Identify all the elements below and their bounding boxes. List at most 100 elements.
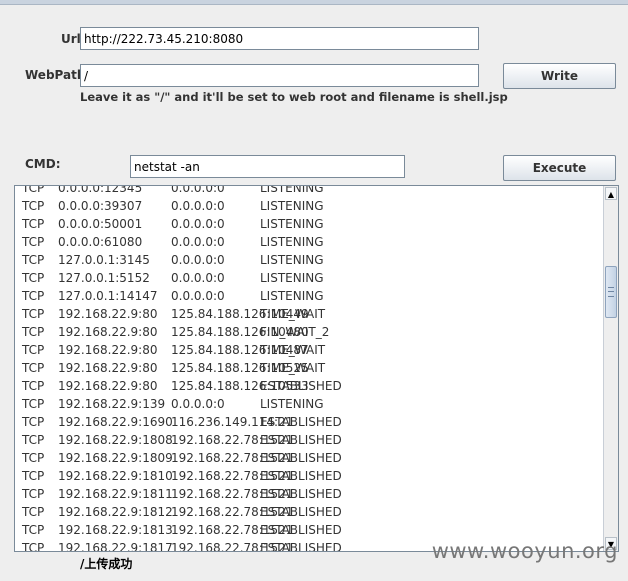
output-line: TCP 192.168.22.9:1811192.168.22.78:1521ES…	[22, 485, 601, 503]
output-line: TCP 127.0.0.1:5152 0.0.0.0:0 LISTENING	[22, 269, 601, 287]
webpath-hint: Leave it as "/" and it'll be set to web …	[80, 90, 508, 104]
window-top-edge	[0, 0, 628, 5]
output-line: TCP 0.0.0.0:61080 0.0.0.0:0 LISTENING	[22, 233, 601, 251]
output-foreign-address: 116.236.149.114:21	[171, 415, 294, 429]
output-protocol: TCP	[22, 397, 45, 411]
output-local-address: 192.168.22.9:1690	[58, 415, 173, 429]
output-line: TCP 192.168.22.9:80 125.84.188.126:10480FI…	[22, 323, 601, 341]
output-line: TCP 127.0.0.1:14147 0.0.0.0:0 LISTENING	[22, 287, 601, 305]
output-local-address: 0.0.0.0:39307	[58, 199, 143, 213]
output-foreign-address: 0.0.0.0:0	[171, 253, 225, 267]
output-protocol: TCP	[22, 523, 45, 537]
output-foreign-address: 125.84.188.126:10449	[171, 307, 309, 321]
output-foreign-address: 192.168.22.78:1521	[171, 505, 294, 519]
output-line: TCP 192.168.22.9:1812192.168.22.78:1521ES…	[22, 503, 601, 521]
vertical-scrollbar[interactable]: ▲ ▼	[603, 186, 618, 551]
watermark: www.wooyun.org	[431, 539, 618, 563]
output-local-address: 192.168.22.9:1812	[58, 505, 173, 519]
output-foreign-address: 0.0.0.0:0	[171, 271, 225, 285]
output-line: TCP 127.0.0.1:3145 0.0.0.0:0 LISTENING	[22, 251, 601, 269]
output-state: LISTENING	[260, 217, 324, 231]
output-protocol: TCP	[22, 451, 45, 465]
output-protocol: TCP	[22, 289, 45, 303]
output-line: TCP 0.0.0.0:50001 0.0.0.0:0 LISTENING	[22, 215, 601, 233]
url-input[interactable]	[80, 27, 479, 50]
output-protocol: TCP	[22, 217, 45, 231]
output-state: LISTENING	[260, 271, 324, 285]
grip-icon	[608, 287, 614, 297]
output-foreign-address: 125.84.188.126:10525	[171, 361, 309, 375]
output-protocol: TCP	[22, 469, 45, 483]
output-state: ESTABLISHED	[260, 433, 342, 447]
output-protocol: TCP	[22, 541, 45, 552]
output-protocol: TCP	[22, 379, 45, 393]
output-protocol: TCP	[22, 271, 45, 285]
output-local-address: 192.168.22.9:80	[58, 325, 158, 339]
output-foreign-address: 192.168.22.78:1521	[171, 451, 294, 465]
webpath-input[interactable]	[80, 64, 479, 87]
output-line: TCP 192.168.22.9:80 125.84.188.126:10525TI…	[22, 359, 601, 377]
output-local-address: 127.0.0.1:3145	[58, 253, 150, 267]
output-line: TCP 0.0.0.0:39307 0.0.0.0:0 LISTENING	[22, 197, 601, 215]
output-protocol: TCP	[22, 199, 45, 213]
output-state: TIME_WAIT	[260, 343, 326, 357]
output-protocol: TCP	[22, 505, 45, 519]
output-state: LISTENING	[260, 289, 324, 303]
output-protocol: TCP	[22, 307, 45, 321]
output-foreign-address: 125.84.188.126:10487	[171, 343, 309, 357]
output-foreign-address: 125.84.188.126:10533	[171, 379, 309, 393]
output-local-address: 192.168.22.9:80	[58, 379, 158, 393]
output-state: TIME_WAIT	[260, 361, 326, 375]
output-foreign-address: 192.168.22.78:1521	[171, 541, 294, 552]
output-foreign-address: 0.0.0.0:0	[171, 185, 225, 195]
cmd-label: CMD:	[25, 157, 61, 171]
output-line: TCP 192.168.22.9:80 125.84.188.126:10533ES…	[22, 377, 601, 395]
output-protocol: TCP	[22, 433, 45, 447]
output-line: TCP 0.0.0.0:12345 0.0.0.0:0 LISTENING	[22, 185, 601, 197]
output-state: ESTABLISHED	[260, 505, 342, 519]
output-foreign-address: 0.0.0.0:0	[171, 289, 225, 303]
output-line: TCP 192.168.22.9:1813192.168.22.78:1521ES…	[22, 521, 601, 539]
output-local-address: 192.168.22.9:1817	[58, 541, 173, 552]
status-message: /上传成功	[80, 557, 133, 571]
output-local-address: 192.168.22.9:1809	[58, 451, 173, 465]
output-foreign-address: 125.84.188.126:10480	[171, 325, 309, 339]
output-local-address: 127.0.0.1:14147	[58, 289, 158, 303]
output-local-address: 192.168.22.9:139	[58, 397, 166, 411]
output-protocol: TCP	[22, 185, 45, 195]
output-protocol: TCP	[22, 361, 45, 375]
cmd-input[interactable]	[130, 155, 405, 178]
output-line: TCP 192.168.22.9:1809192.168.22.78:1521ES…	[22, 449, 601, 467]
command-output-area[interactable]: TCP 0.0.0.0:12345 0.0.0.0:0 LISTENING TCP 0.0…	[14, 185, 619, 552]
output-state: ESTABLISHED	[260, 487, 342, 501]
output-protocol: TCP	[22, 235, 45, 249]
scroll-thumb[interactable]	[605, 266, 617, 318]
output-local-address: 0.0.0.0:50001	[58, 217, 143, 231]
output-local-address: 192.168.22.9:80	[58, 343, 158, 357]
output-local-address: 127.0.0.1:5152	[58, 271, 150, 285]
output-state: ESTABLISHED	[260, 469, 342, 483]
scroll-up-icon[interactable]: ▲	[605, 187, 617, 200]
output-local-address: 0.0.0.0:61080	[58, 235, 143, 249]
output-lines: TCP 0.0.0.0:12345 0.0.0.0:0 LISTENING TCP 0.0…	[22, 185, 601, 552]
output-state: ESTABLISHED	[260, 415, 342, 429]
output-foreign-address: 0.0.0.0:0	[171, 199, 225, 213]
output-local-address: 192.168.22.9:1808	[58, 433, 173, 447]
output-state: ESTABLISHED	[260, 451, 342, 465]
output-state: ESTABLISHED	[260, 379, 342, 393]
write-button[interactable]: Write	[503, 63, 616, 89]
output-state: LISTENING	[260, 199, 324, 213]
output-protocol: TCP	[22, 343, 45, 357]
output-line: TCP 192.168.22.9:80 125.84.188.126:10487TI…	[22, 341, 601, 359]
output-state: LISTENING	[260, 253, 324, 267]
output-state: LISTENING	[260, 185, 324, 195]
output-local-address: 192.168.22.9:1810	[58, 469, 173, 483]
output-foreign-address: 0.0.0.0:0	[171, 217, 225, 231]
output-state: FIN_WAIT_2	[260, 325, 330, 339]
execute-button[interactable]: Execute	[503, 155, 616, 181]
output-state: ESTABLISHED	[260, 541, 342, 552]
output-foreign-address: 192.168.22.78:1521	[171, 487, 294, 501]
output-state: TIME_WAIT	[260, 307, 326, 321]
output-line: TCP 192.168.22.9:139 0.0.0.0:0 LISTENING	[22, 395, 601, 413]
output-local-address: 192.168.22.9:1813	[58, 523, 173, 537]
